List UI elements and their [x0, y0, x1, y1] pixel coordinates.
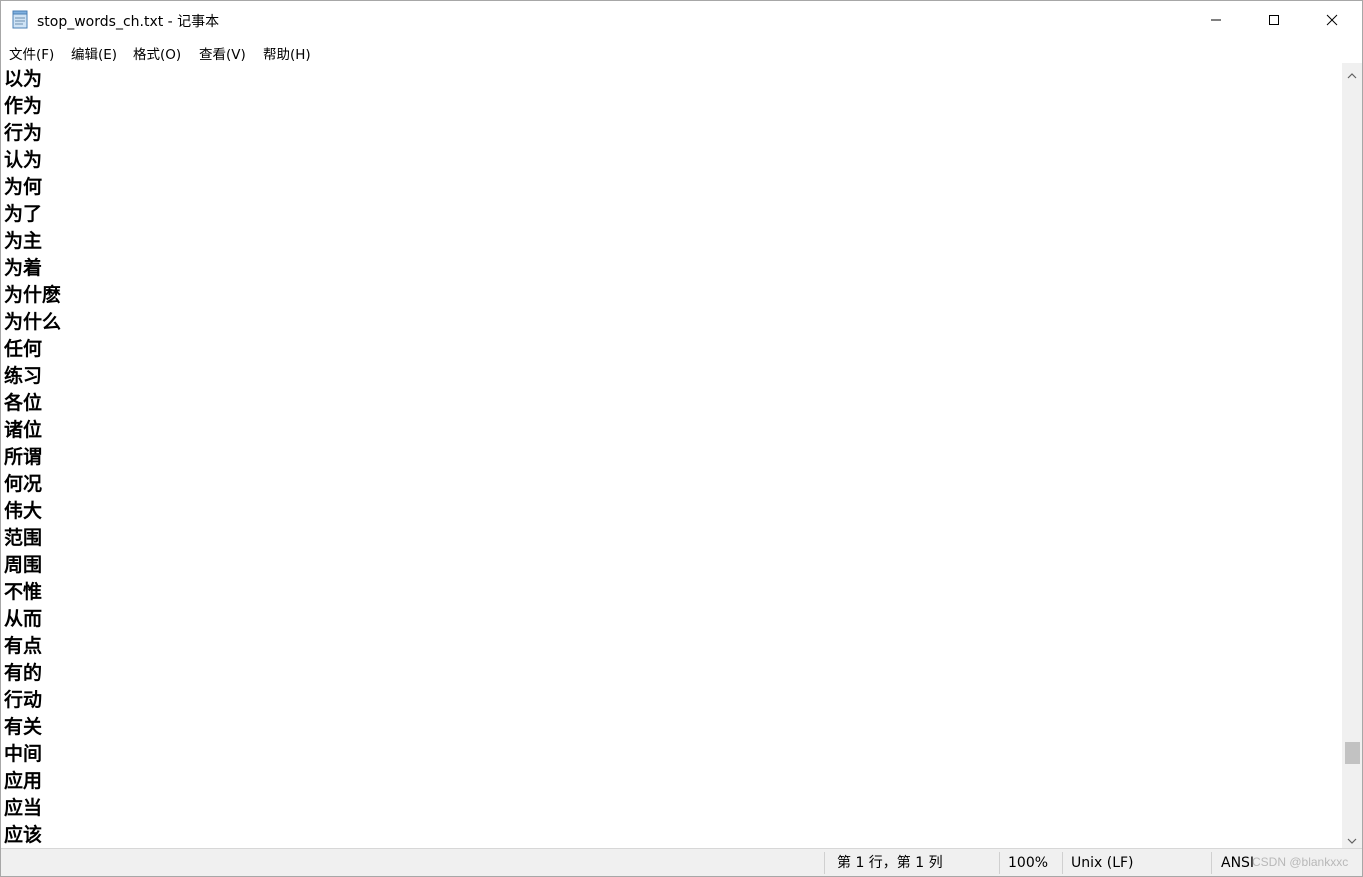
menu-view[interactable]: 查看(V) [199, 43, 246, 63]
text-line: 有关 [4, 716, 43, 738]
menu-format[interactable]: 格式(O) [133, 43, 181, 63]
notepad-app-icon [12, 10, 28, 29]
status-separator [824, 852, 825, 874]
text-line: 伟大 [4, 500, 43, 522]
zoom-level: 100% [1008, 855, 1049, 871]
notepad-window: stop_words_ch.txt - 记事本 文件(F) 编辑(E) 格式(O… [0, 0, 1363, 877]
text-line: 任何 [4, 338, 43, 360]
text-line: 行动 [4, 689, 43, 711]
text-line: 从而 [4, 608, 43, 630]
scroll-up-button[interactable] [1342, 63, 1362, 83]
text-line: 周围 [4, 554, 43, 576]
menu-file[interactable]: 文件(F) [9, 43, 54, 63]
text-line: 有的 [4, 662, 43, 684]
line-ending: Unix (LF) [1071, 855, 1134, 871]
cursor-position: 第 1 行，第 1 列 [837, 855, 943, 871]
text-line: 认为 [4, 149, 43, 171]
text-lines: 以为 作为 行为 认为 为何 为了 为主 为着 为什麽 为什么 任何 练习 各位… [4, 66, 61, 848]
menu-bar: 文件(F) 编辑(E) 格式(O) 查看(V) 帮助(H) [1, 39, 1362, 63]
text-line: 何况 [4, 473, 43, 495]
text-line: 应用 [4, 770, 43, 792]
menu-edit[interactable]: 编辑(E) [71, 43, 117, 63]
title-bar[interactable]: stop_words_ch.txt - 记事本 [1, 1, 1362, 39]
text-line: 不惟 [4, 581, 43, 603]
text-line: 为何 [4, 176, 43, 198]
status-separator [1062, 852, 1063, 874]
chevron-up-icon [1347, 64, 1357, 83]
text-line: 范围 [4, 527, 43, 549]
minimize-icon [1210, 11, 1222, 30]
text-line: 为着 [4, 257, 43, 279]
text-line: 各位 [4, 392, 43, 414]
watermark: CSDN @blankxxc [1252, 855, 1349, 869]
text-line: 应当 [4, 797, 43, 819]
status-separator [1211, 852, 1212, 874]
scroll-down-button[interactable] [1342, 828, 1362, 848]
text-line: 中间 [4, 743, 43, 765]
maximize-icon [1268, 11, 1280, 30]
text-line: 应该 [4, 824, 43, 846]
text-line: 行为 [4, 122, 43, 144]
vertical-scrollbar[interactable] [1342, 63, 1362, 848]
text-line: 所谓 [4, 446, 43, 468]
text-line: 为主 [4, 230, 43, 252]
close-button[interactable] [1303, 1, 1361, 39]
close-icon [1326, 11, 1338, 30]
menu-help[interactable]: 帮助(H) [263, 43, 311, 63]
text-line: 作为 [4, 95, 43, 117]
text-line: 有点 [4, 635, 43, 657]
status-bar: 第 1 行，第 1 列 100% Unix (LF) ANSI [1, 848, 1362, 876]
minimize-button[interactable] [1187, 1, 1245, 39]
text-line: 为什么 [4, 311, 62, 333]
text-line: 为了 [4, 203, 43, 225]
maximize-button[interactable] [1245, 1, 1303, 39]
text-editor-area[interactable]: 以为 作为 行为 认为 为何 为了 为主 为着 为什麽 为什么 任何 练习 各位… [1, 63, 1342, 848]
window-title: stop_words_ch.txt - 记事本 [37, 14, 220, 30]
text-line: 为什麽 [4, 284, 62, 306]
text-line: 诸位 [4, 419, 43, 441]
text-line: 练习 [4, 365, 43, 387]
status-separator [999, 852, 1000, 874]
encoding: ANSI [1221, 855, 1255, 871]
text-line: 以为 [4, 68, 43, 90]
scrollbar-thumb[interactable] [1345, 742, 1360, 764]
chevron-down-icon [1347, 829, 1357, 848]
